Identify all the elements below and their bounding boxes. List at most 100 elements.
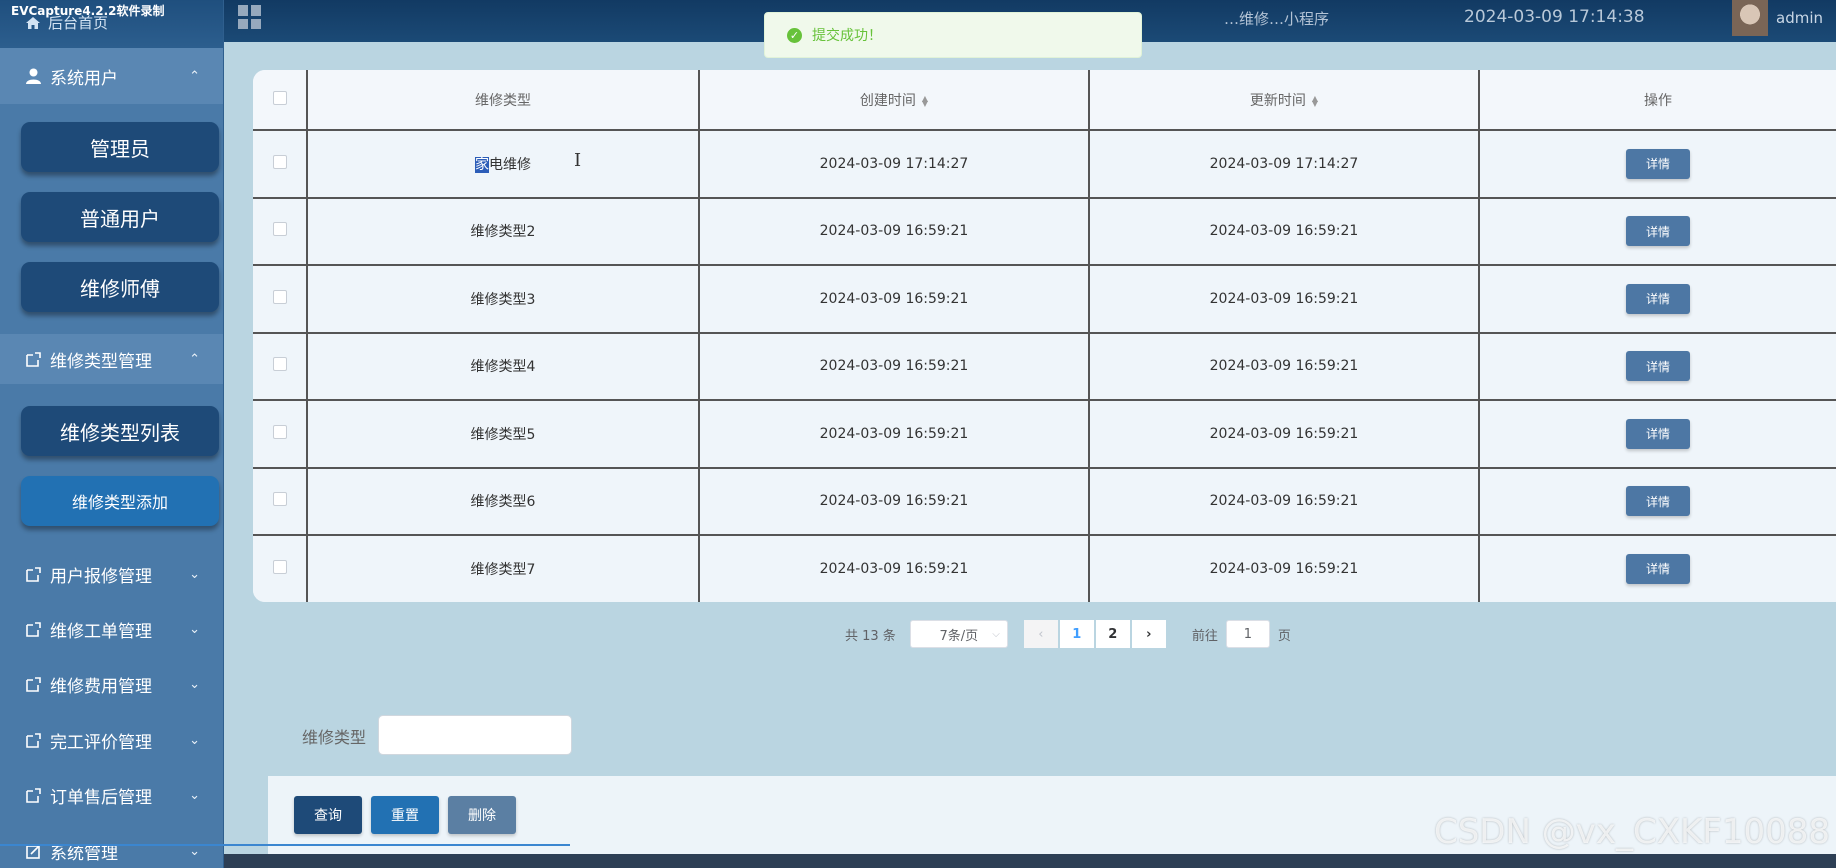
next-page-button[interactable]: › [1131,620,1166,648]
page-button-1[interactable]: 1 [1059,620,1094,648]
row-checkbox[interactable] [272,289,287,304]
prev-page-button[interactable]: ‹ [1023,620,1058,648]
table-row: 维修类型7 2024-03-09 16:59:21 2024-03-09 16:… [253,535,1836,602]
cell-created: 2024-03-09 16:59:21 [699,197,1090,266]
sidebar-item-repair-type-list[interactable]: 维修类型列表 [21,406,219,456]
column-header-created[interactable]: 创建时间 ▲ ▼ [699,70,1090,131]
row-checkbox[interactable] [272,222,287,237]
column-header-actions: 操作 [1479,70,1836,131]
page-size-select[interactable]: 7条/页 ⌵ [909,620,1008,648]
sidebar-group-label: 维修工单管理 [50,621,152,642]
check-circle-icon: ✓ [787,27,802,43]
cell-created: 2024-03-09 16:59:21 [699,535,1090,602]
goto-prefix: 前往 [1191,628,1218,644]
selected-text: 家 [475,156,489,173]
cell-created: 2024-03-09 16:59:21 [699,332,1090,401]
detail-button[interactable]: 详情 [1626,486,1690,517]
cell-type[interactable]: 家电维修 [307,130,700,199]
detail-button[interactable]: 详情 [1626,553,1690,584]
cell-created: 2024-03-09 17:14:27 [699,130,1090,199]
sidebar-item-admin[interactable]: 管理员 [21,122,219,172]
toast-message: 提交成功！ [812,28,882,44]
cell-type: 维修类型7 [307,535,700,602]
sort-icon[interactable]: ▲ ▼ [922,94,928,107]
sidebar-group-work-order[interactable]: 维修工单管理 ⌄ [0,601,223,657]
sidebar-group-label: 订单售后管理 [50,787,152,808]
cell-created: 2024-03-09 16:59:21 [699,400,1090,469]
csdn-watermark: CSDN @vx_CXKF10088 [1433,812,1830,852]
table-row: 维修类型2 2024-03-09 16:59:21 2024-03-09 16:… [253,197,1836,266]
reset-button[interactable]: 重置 [371,796,439,834]
cell-updated: 2024-03-09 16:59:21 [1089,332,1480,401]
row-checkbox[interactable] [272,492,287,507]
sidebar-group-label: 维修费用管理 [50,676,152,697]
header-datetime: 2024-03-09 17:14:38 [1464,7,1645,27]
chevron-down-icon: ⌄ [189,676,200,692]
sidebar-group-label: 系统用户 [50,68,118,89]
user-icon [24,68,42,84]
row-checkbox[interactable] [272,559,287,574]
cell-updated: 2024-03-09 16:59:21 [1089,400,1480,469]
pagination: 共 13 条 7条/页 ⌵ ‹ 1 2 › 前往 1 页 [845,620,1291,648]
detail-button[interactable]: 详情 [1626,351,1690,382]
sidebar-group-after-sales[interactable]: 订单售后管理 ⌄ [0,767,223,823]
sidebar-group-system-manage[interactable]: 系统管理 ⌄ [0,836,223,866]
goto-page-input[interactable]: 1 [1225,620,1270,648]
sidebar-item-repair-type-add[interactable]: 维修类型添加 [21,476,219,526]
text-cursor-icon: I [574,150,582,171]
repair-type-search-input[interactable] [378,715,572,755]
detail-button[interactable]: 详情 [1626,148,1690,179]
sidebar-group-completion-review[interactable]: 完工评价管理 ⌄ [0,712,223,768]
chevron-down-icon: ⌵ [992,628,1000,640]
table-row: 维修类型4 2024-03-09 16:59:21 2024-03-09 16:… [253,332,1836,401]
sidebar-group-system-users[interactable]: 系统用户 ⌃ [0,48,223,104]
row-checkbox[interactable] [272,154,287,169]
cell-created: 2024-03-09 16:59:21 [699,265,1090,334]
query-button[interactable]: 查询 [294,796,362,834]
row-checkbox[interactable] [272,424,287,439]
sidebar-group-user-repair[interactable]: 用户报修管理 ⌄ [0,546,223,602]
page-button-2[interactable]: 2 [1095,620,1130,648]
page-title: …维修…小程序 [1224,10,1330,28]
chevron-up-icon: ⌃ [189,351,200,367]
table-row: 家电维修 2024-03-09 17:14:27 2024-03-09 17:1… [253,130,1836,199]
sidebar-group-repair-fee[interactable]: 维修费用管理 ⌄ [0,656,223,712]
sidebar-submenu-repair-type: 维修类型列表 维修类型添加 [0,384,223,546]
cell-type: 维修类型3 [307,265,700,334]
avatar[interactable] [1732,0,1768,36]
table-row: 维修类型6 2024-03-09 16:59:21 2024-03-09 16:… [253,467,1836,536]
cell-type: 维修类型5 [307,400,700,469]
sidebar-group-repair-type[interactable]: 维修类型管理 ⌃ [0,334,223,384]
table-row: 维修类型5 2024-03-09 16:59:21 2024-03-09 16:… [253,400,1836,469]
cell-type: 维修类型4 [307,332,700,401]
select-all-checkbox[interactable] [272,90,287,105]
sidebar: EVCapture4.2.2软件录制 后台首页 系统用户 ⌃ 管理员 普通用户 … [0,0,224,868]
detail-button[interactable]: 详情 [1626,418,1690,449]
row-checkbox[interactable] [272,357,287,372]
sidebar-submenu-system-users: 管理员 普通用户 维修师傅 [0,104,223,334]
sidebar-item-normal-user[interactable]: 普通用户 [21,192,219,242]
cell-updated: 2024-03-09 16:59:21 [1089,265,1480,334]
sort-icon[interactable]: ▲ ▼ [1312,94,1318,107]
menu-grid-icon[interactable] [238,5,262,29]
external-link-icon [24,787,42,803]
cell-updated: 2024-03-09 16:59:21 [1089,197,1480,266]
column-header-updated[interactable]: 更新时间 ▲ ▼ [1089,70,1480,131]
sidebar-item-repair-master[interactable]: 维修师傅 [21,262,219,312]
sidebar-group-label: 维修类型管理 [50,351,152,372]
sidebar-group-label: 系统管理 [50,843,118,864]
detail-button[interactable]: 详情 [1626,283,1690,314]
detail-button[interactable]: 详情 [1626,216,1690,247]
sidebar-group-label: 完工评价管理 [50,732,152,753]
success-toast: ✓ 提交成功！ [764,12,1142,58]
header-username[interactable]: admin [1776,9,1823,27]
search-label: 维修类型 [302,728,367,747]
cell-updated: 2024-03-09 16:59:21 [1089,467,1480,536]
table-row: 维修类型3 2024-03-09 16:59:21 2024-03-09 16:… [253,265,1836,334]
delete-button[interactable]: 删除 [448,796,516,834]
table-header-row: 维修类型 创建时间 ▲ ▼ 更新时间 ▲ ▼ 操作 [253,70,1836,131]
goto-suffix: 页 [1277,628,1291,644]
data-table: 维修类型 创建时间 ▲ ▼ 更新时间 ▲ ▼ 操作 家电维修 2024-03-09 17… [253,70,1836,602]
external-link-icon [24,566,42,582]
select-all-cell [253,70,308,131]
